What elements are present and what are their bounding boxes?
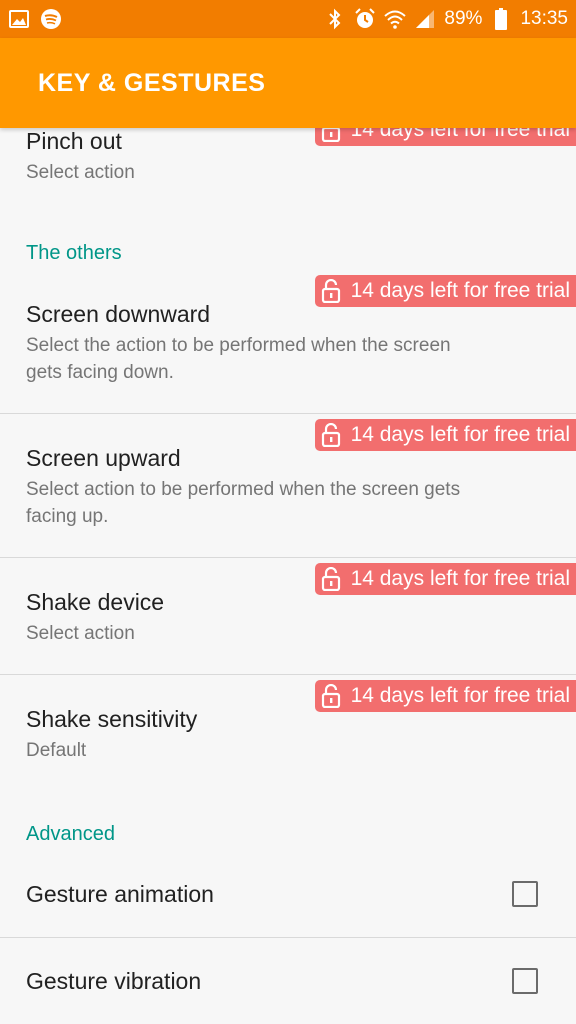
divider xyxy=(0,674,576,675)
lock-icon xyxy=(321,567,343,591)
status-bar: 89% 13:35 xyxy=(0,0,576,38)
pref-summary-line: Select action to be performed when the s… xyxy=(26,479,461,500)
divider xyxy=(0,557,576,558)
divider xyxy=(0,413,576,414)
gesture-vibration-checkbox[interactable] xyxy=(512,968,538,994)
section-header-advanced: Advanced xyxy=(26,823,115,845)
gesture-animation-checkbox[interactable] xyxy=(512,881,538,907)
trial-badge-text: 14 days left for free trial xyxy=(350,684,570,707)
pref-screen-downward[interactable]: Screen downward Select the action to be … xyxy=(0,301,576,386)
pref-summary: Select action xyxy=(26,162,135,183)
battery-percentage: 89% xyxy=(444,8,483,29)
trial-badge-text: 14 days left for free trial xyxy=(350,279,570,302)
signal-icon xyxy=(414,8,436,30)
status-right: 89% 13:35 xyxy=(324,8,568,30)
pref-gesture-vibration[interactable]: Gesture vibration xyxy=(0,968,576,995)
lock-icon xyxy=(321,423,343,447)
pref-pinch-out[interactable]: Pinch out Select action xyxy=(0,128,576,186)
page-title: KEY & GESTURES xyxy=(38,68,266,97)
pref-title: Pinch out xyxy=(26,128,122,154)
section-header-others: The others xyxy=(26,242,122,264)
lock-icon xyxy=(321,684,343,708)
clock: 13:35 xyxy=(520,8,568,29)
pref-title: Gesture vibration xyxy=(26,968,202,994)
pref-summary: Default xyxy=(26,740,87,761)
status-left xyxy=(8,8,62,30)
pref-summary-line: facing up. xyxy=(26,506,109,527)
spotify-icon xyxy=(40,8,62,30)
pref-summary: Select action to be performed when the s… xyxy=(26,476,550,530)
pref-title: Screen upward xyxy=(26,445,181,471)
trial-badge-text: 14 days left for free trial xyxy=(350,567,570,590)
pref-shake-sensitivity[interactable]: Shake sensitivity Default xyxy=(0,706,576,764)
pref-title: Shake device xyxy=(26,589,165,615)
pref-title: Shake sensitivity xyxy=(26,706,198,732)
app-bar: KEY & GESTURES xyxy=(0,38,576,128)
pref-summary-line: Select the action to be performed when t… xyxy=(26,335,451,356)
trial-badge-text: 14 days left for free trial xyxy=(350,423,570,446)
pref-title: Gesture animation xyxy=(26,881,214,907)
pref-gesture-animation[interactable]: Gesture animation xyxy=(0,881,576,908)
wifi-icon xyxy=(384,8,407,30)
image-icon xyxy=(8,8,30,30)
alarm-icon xyxy=(354,8,376,30)
lock-icon xyxy=(321,279,343,303)
pref-shake-device[interactable]: Shake device Select action xyxy=(0,589,576,647)
battery-icon xyxy=(490,8,512,30)
pref-summary-line: gets facing down. xyxy=(26,362,174,383)
pref-summary: Select action xyxy=(26,623,135,644)
bluetooth-icon xyxy=(324,8,346,30)
pref-title: Screen downward xyxy=(26,301,211,327)
pref-summary: Select the action to be performed when t… xyxy=(26,332,550,386)
divider xyxy=(0,937,576,938)
preferences-list[interactable]: 14 days left for free trial Pinch out Se… xyxy=(0,128,576,1024)
pref-screen-upward[interactable]: Screen upward Select action to be perfor… xyxy=(0,445,576,530)
